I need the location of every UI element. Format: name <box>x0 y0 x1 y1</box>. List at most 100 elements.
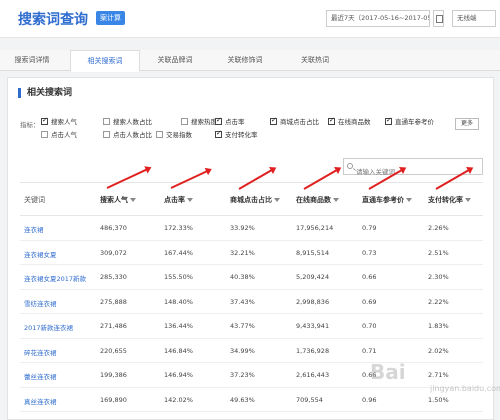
table-cell: 169,890 <box>100 395 127 404</box>
keyword-table: 关键词 搜索人气 点击率 商城点击占比 在线商品数 直通车参考价 支付转化率 连… <box>20 182 483 412</box>
table-cell: 43.77% <box>230 322 255 330</box>
table-cell: 9,433,941 <box>296 322 330 330</box>
table-row: 碎花连衣裙 220,655 146.84% 34.99% 1,736,928 0.71 2.… <box>20 339 483 363</box>
table-cell: 2,616,443 <box>296 371 330 379</box>
table-cell: 146.84% <box>164 346 193 355</box>
tab-related-search[interactable]: 相关搜索词 <box>70 50 140 72</box>
tab-hot-words[interactable]: 关联热词 <box>280 50 350 71</box>
metric-checkbox[interactable]: 搜索热度 <box>181 118 217 126</box>
table-cell: 0.70 <box>362 322 377 330</box>
checkbox-icon[interactable] <box>103 118 110 125</box>
table-cell: 155.50% <box>164 273 193 281</box>
search-icon <box>347 163 353 169</box>
table-cell: 271,486 <box>100 322 127 330</box>
table-cell: 2,998,836 <box>296 297 330 306</box>
table-cell: 285,330 <box>100 273 127 281</box>
table-cell: 0.79 <box>362 224 377 232</box>
table-row: 2017新款连衣裙 271,486 136.44% 43.77% 9,433,941 0.… <box>20 314 483 339</box>
table-cell: 8,915,514 <box>296 248 330 257</box>
keyword-link[interactable]: 连衣裙女夏 <box>24 249 57 259</box>
table-cell: 5,209,424 <box>296 273 330 281</box>
metric-checkbox[interactable]: 点击率 <box>215 116 245 126</box>
table-cell: 0.69 <box>362 297 377 306</box>
tab-modifier-words[interactable]: 关联修饰词 <box>210 50 280 71</box>
table-cell: 275,888 <box>100 297 127 306</box>
table-cell: 34.99% <box>230 346 255 355</box>
keyword-link[interactable]: 碎花连衣裙 <box>24 347 57 357</box>
sort-icon[interactable] <box>406 198 412 202</box>
metric-checkbox[interactable]: 商城点击占比 <box>270 116 319 126</box>
header-mall-click-ratio[interactable]: 商城点击占比 <box>230 195 280 205</box>
table-cell: 142.02% <box>164 395 193 404</box>
table-cell: 2.51% <box>428 248 449 257</box>
table-cell: 220,655 <box>100 346 127 355</box>
table-cell: 0.71 <box>362 346 377 355</box>
table-cell: 709,554 <box>296 395 323 404</box>
tab-brand-words[interactable]: 关联品牌词 <box>140 50 210 71</box>
checkbox-icon[interactable] <box>103 131 110 138</box>
sort-icon[interactable] <box>274 198 280 202</box>
header-pay-conversion[interactable]: 支付转化率 <box>428 195 471 205</box>
table-cell: 0.96 <box>362 395 377 404</box>
keyword-link[interactable]: 真丝连衣裙 <box>24 396 57 406</box>
checkbox-icon[interactable] <box>215 129 222 138</box>
keyword-link[interactable]: 连衣裙女夏2017新款 <box>24 273 86 283</box>
checkbox-icon[interactable] <box>41 116 48 125</box>
table-cell: 486,370 <box>100 224 127 232</box>
tab-bar: 搜索词详情 相关搜索词 关联品牌词 关联修饰词 关联热词 <box>0 50 500 72</box>
watermark-url: jingyan.baidu.com <box>430 384 500 393</box>
header-click-rate[interactable]: 点击率 <box>164 195 193 205</box>
checkbox-icon[interactable] <box>328 116 335 125</box>
checkbox-icon[interactable] <box>385 116 392 125</box>
checkbox-icon[interactable] <box>41 131 48 138</box>
table-cell: 172.33% <box>164 224 193 232</box>
metric-checkbox[interactable]: 在线商品数 <box>328 116 371 126</box>
table-row: 连衣裙女夏 309,072 167.44% 32.21% 8,915,514 0.73 2.… <box>20 241 483 265</box>
keyword-link[interactable]: 雪纺连衣裙 <box>24 298 57 308</box>
metric-checkbox[interactable]: 点击人气 <box>41 131 77 139</box>
table-cell: 2.26% <box>428 224 449 232</box>
metric-checkbox[interactable]: 直通车参考价 <box>385 116 434 126</box>
table-cell: 1.50% <box>428 395 449 404</box>
checkbox-icon[interactable] <box>181 118 188 125</box>
metric-checkbox[interactable]: 搜索人气 <box>41 116 77 126</box>
metric-checkbox[interactable]: 支付转化率 <box>215 129 258 139</box>
tab-search-detail[interactable]: 搜索词详情 <box>0 50 64 71</box>
metric-checkbox[interactable]: 搜索人数占比 <box>103 118 152 126</box>
header-ztc-price[interactable]: 直通车参考价 <box>362 195 412 205</box>
page-title: 搜索词查询 <box>18 12 88 28</box>
checkbox-icon[interactable] <box>215 116 222 125</box>
metric-checkbox[interactable]: 交易指数 <box>156 131 192 139</box>
sort-icon[interactable] <box>130 198 136 202</box>
table-cell: 1,736,928 <box>296 346 330 355</box>
metric-checkbox[interactable]: 点击人数占比 <box>103 131 152 139</box>
checkbox-icon[interactable] <box>156 131 163 138</box>
table-cell: 37.43% <box>230 297 255 306</box>
terminal-select[interactable]: 无线端 <box>452 10 496 27</box>
header-search-popularity[interactable]: 搜索人气 <box>100 195 136 205</box>
date-range-select[interactable]: 最近7天（2017-05-16~2017-05-22） <box>326 10 430 27</box>
sort-icon[interactable] <box>465 198 471 202</box>
top-bar: 搜索词查询 案计算 最近7天（2017-05-16~2017-05-22） 无线… <box>0 0 500 38</box>
sort-icon[interactable] <box>333 198 339 202</box>
table-cell: 0.66 <box>362 273 377 281</box>
table-header: 关键词 搜索人气 点击率 商城点击占比 在线商品数 直通车参考价 支付转化率 <box>20 182 483 216</box>
title-badge: 案计算 <box>96 11 125 25</box>
header-online-items[interactable]: 在线商品数 <box>296 195 339 205</box>
keyword-link[interactable]: 蕾丝连衣裙 <box>24 371 57 381</box>
metrics-label: 指标： <box>20 121 40 129</box>
keyword-link[interactable]: 连衣裙 <box>24 224 44 234</box>
calendar-icon[interactable] <box>433 10 444 27</box>
table-cell: 2.02% <box>428 346 449 355</box>
table-row: 真丝连衣裙 169,890 142.02% 49.63% 709,554 0.96 1.50… <box>20 388 483 412</box>
table-body: 连衣裙 486,370 172.33% 33.92% 17,956,214 0.79 2.2… <box>20 216 483 412</box>
keyword-link[interactable]: 2017新款连衣裙 <box>24 322 73 332</box>
table-cell: 199,386 <box>100 371 127 379</box>
baidu-watermark: Bai <box>370 360 406 384</box>
table-cell: 136.44% <box>164 322 193 330</box>
sort-icon[interactable] <box>187 198 193 202</box>
table-cell: 1.83% <box>428 322 449 330</box>
more-button[interactable]: 更多 <box>455 118 479 130</box>
checkbox-icon[interactable] <box>270 116 277 125</box>
table-cell: 32.21% <box>230 248 255 257</box>
